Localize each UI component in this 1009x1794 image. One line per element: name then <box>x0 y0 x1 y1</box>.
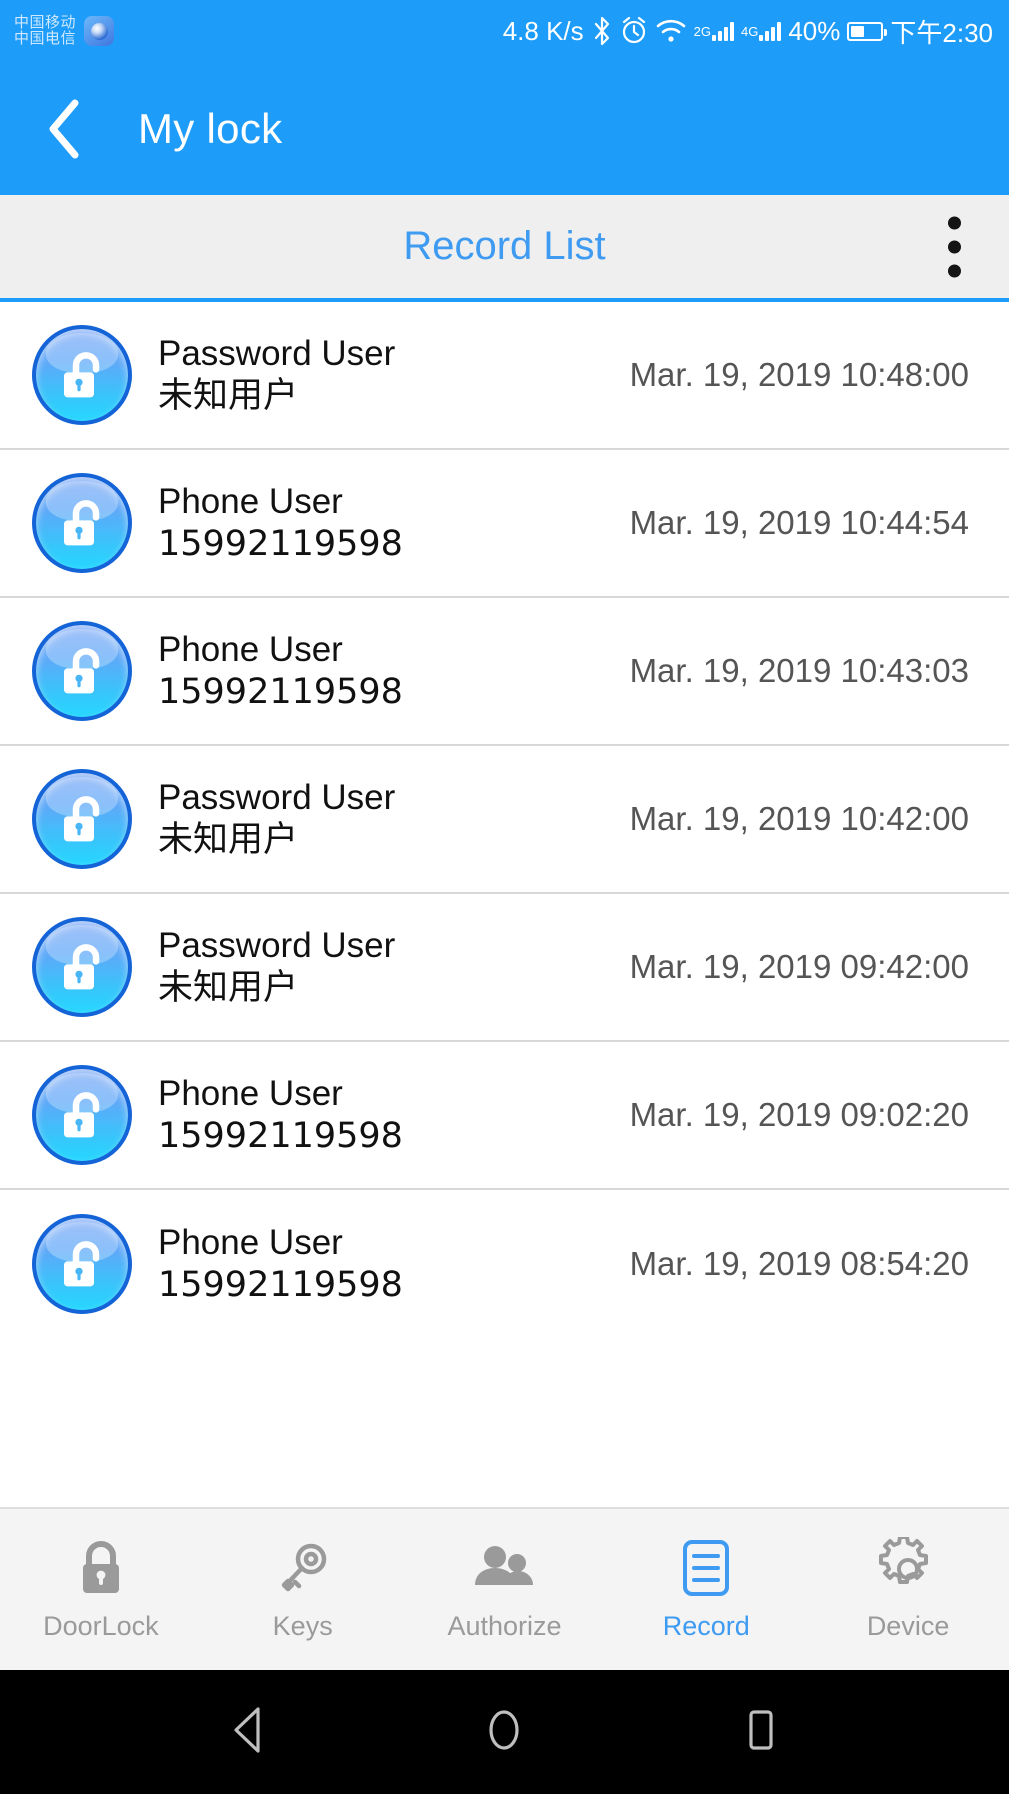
padlock-icon <box>71 1537 131 1601</box>
record-user-type: Password User <box>158 925 396 965</box>
clock-label: 下午2:30 <box>890 17 993 48</box>
record-timestamp: Mar. 19, 2019 08:54:20 <box>629 1245 969 1282</box>
battery-icon <box>847 21 888 41</box>
record-row[interactable]: Password User 未知用户 Mar. 19, 2019 10:42:0… <box>0 746 1009 894</box>
status-indicators: 4.8 K/s 2G 4G 40% 下午2:30 <box>503 13 993 50</box>
unlocked-padlock-icon <box>32 325 132 425</box>
app-badge-icon <box>84 16 115 46</box>
record-text: Phone User 15992119598 <box>158 1074 630 1157</box>
status-bar: 中国移动 中国电信 4.8 K/s 2G 4G 40% 下午2:30 <box>0 0 1009 62</box>
record-row[interactable]: Phone User 15992119598 Mar. 19, 2019 09:… <box>0 1042 1009 1190</box>
record-user-identity: 15992119598 <box>158 1265 403 1305</box>
system-navigation-bar <box>0 1670 1009 1794</box>
record-row[interactable]: Password User 未知用户 Mar. 19, 2019 10:48:0… <box>0 302 1009 450</box>
unlocked-padlock-icon <box>32 917 132 1017</box>
bottom-navigation: DoorLock Keys Authorize Record Device <box>0 1507 1009 1670</box>
nav-item-record[interactable]: Record <box>605 1509 807 1670</box>
bluetooth-icon <box>591 16 613 46</box>
carrier-primary: 中国移动 <box>14 14 77 32</box>
sim1-signal-icon: 2G <box>694 21 734 41</box>
phone-screen: 中国移动 中国电信 4.8 K/s 2G 4G 40% 下午2:30 My lo… <box>0 0 1009 1794</box>
nav-item-label: Keys <box>272 1611 333 1641</box>
gear-icon <box>877 1537 939 1601</box>
record-text: Password User 未知用户 <box>158 926 630 1009</box>
unlocked-padlock-icon <box>32 621 132 721</box>
record-text: Phone User 15992119598 <box>158 1223 630 1306</box>
system-recents-button[interactable] <box>706 1670 816 1794</box>
overflow-menu-icon[interactable] <box>934 208 975 285</box>
battery-percent-label: 40% <box>788 15 841 46</box>
record-timestamp: Mar. 19, 2019 09:42:00 <box>629 948 969 985</box>
record-text: Password User 未知用户 <box>158 334 630 417</box>
record-row[interactable]: Phone User 15992119598 Mar. 19, 2019 10:… <box>0 598 1009 746</box>
record-timestamp: Mar. 19, 2019 09:02:20 <box>629 1096 969 1133</box>
nav-item-label: Device <box>866 1611 950 1641</box>
record-user-identity: 15992119598 <box>158 524 403 564</box>
record-timestamp: Mar. 19, 2019 10:42:00 <box>629 800 969 837</box>
page-title: My lock <box>138 104 283 152</box>
network-speed-label: 4.8 K/s <box>502 15 584 46</box>
nav-item-label: Record <box>662 1611 750 1641</box>
record-user-type: Phone User <box>158 481 343 521</box>
record-user-type: Phone User <box>158 1222 343 1262</box>
app-bar: My lock <box>0 62 1009 195</box>
record-user-identity: 未知用户 <box>158 376 299 416</box>
unlocked-padlock-icon <box>32 769 132 869</box>
system-recents-icon <box>737 1704 785 1761</box>
record-text: Phone User 15992119598 <box>158 482 630 565</box>
carrier-labels: 中国移动 中国电信 <box>14 15 76 47</box>
record-text: Password User 未知用户 <box>158 778 630 861</box>
record-list-tab-bar: Record List <box>0 195 1009 302</box>
record-user-type: Phone User <box>158 629 343 669</box>
system-back-icon <box>224 1704 272 1761</box>
back-button[interactable] <box>34 98 96 160</box>
record-list: Password User 未知用户 Mar. 19, 2019 10:48:0… <box>0 302 1009 1507</box>
record-user-identity: 未知用户 <box>158 968 299 1008</box>
sim2-network-label: 4G <box>741 23 759 39</box>
record-row[interactable]: Password User 未知用户 Mar. 19, 2019 09:42:0… <box>0 894 1009 1042</box>
system-home-button[interactable] <box>449 1670 559 1794</box>
record-user-type: Phone User <box>158 1073 343 1113</box>
record-row[interactable]: Phone User 15992119598 Mar. 19, 2019 10:… <box>0 450 1009 598</box>
sim2-signal-icon: 4G <box>741 21 782 41</box>
nav-item-authorize[interactable]: Authorize <box>404 1509 606 1670</box>
record-user-type: Password User <box>158 777 396 817</box>
tab-record-list[interactable]: Record List <box>403 224 605 269</box>
nav-item-keys[interactable]: Keys <box>202 1509 404 1670</box>
record-user-type: Password User <box>158 333 396 373</box>
key-icon <box>273 1537 333 1601</box>
system-home-icon <box>480 1704 528 1761</box>
document-list-icon <box>676 1537 736 1601</box>
record-user-identity: 15992119598 <box>158 672 403 712</box>
record-timestamp: Mar. 19, 2019 10:43:03 <box>629 652 969 689</box>
wifi-icon <box>655 18 687 44</box>
sim1-network-label: 2G <box>693 23 711 39</box>
record-timestamp: Mar. 19, 2019 10:44:54 <box>629 504 969 541</box>
nav-item-device[interactable]: Device <box>807 1509 1009 1670</box>
record-user-identity: 未知用户 <box>158 820 299 860</box>
record-row[interactable]: Phone User 15992119598 Mar. 19, 2019 08:… <box>0 1190 1009 1338</box>
unlocked-padlock-icon <box>32 1214 132 1314</box>
record-user-identity: 15992119598 <box>158 1116 403 1156</box>
record-timestamp: Mar. 19, 2019 10:48:00 <box>629 356 969 393</box>
record-text: Phone User 15992119598 <box>158 630 630 713</box>
unlocked-padlock-icon <box>32 1065 132 1165</box>
unlocked-padlock-icon <box>32 473 132 573</box>
nav-item-label: Authorize <box>447 1611 562 1641</box>
carrier-secondary: 中国电信 <box>14 30 77 47</box>
alarm-clock-icon <box>620 16 648 46</box>
nav-item-doorlock[interactable]: DoorLock <box>0 1509 202 1670</box>
system-back-button[interactable] <box>193 1670 303 1794</box>
nav-item-label: DoorLock <box>43 1611 159 1641</box>
people-icon <box>471 1537 537 1601</box>
back-chevron-icon <box>43 97 87 161</box>
